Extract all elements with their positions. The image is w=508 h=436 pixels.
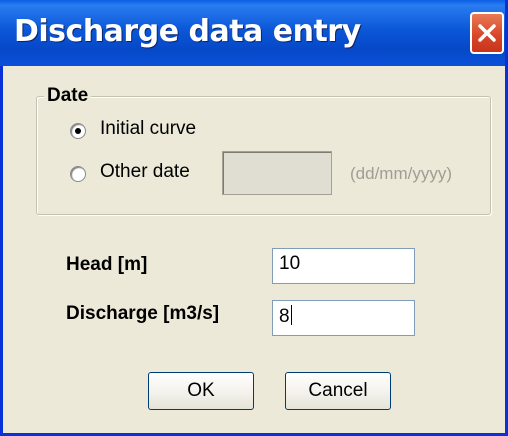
discharge-label: Discharge [m3/s] — [66, 303, 220, 324]
head-label: Head [m] — [66, 254, 148, 275]
date-input — [222, 151, 332, 195]
date-format-hint: (dd/mm/yyyy) — [350, 164, 452, 183]
discharge-value: 8 — [279, 306, 290, 327]
window-border — [0, 66, 3, 436]
head-value: 10 — [279, 253, 301, 274]
close-icon — [478, 24, 496, 42]
dialog-window: Discharge data entry Date Initial curve … — [0, 0, 508, 436]
window-title: Discharge data entry — [14, 14, 361, 49]
head-input[interactable]: 10 — [272, 248, 415, 284]
text-caret — [290, 305, 292, 325]
ok-button[interactable]: OK — [148, 372, 254, 410]
other-date-label[interactable]: Other date — [100, 161, 190, 183]
cancel-button[interactable]: Cancel — [285, 372, 391, 410]
initial-curve-radio[interactable] — [70, 123, 86, 139]
radio-selected-dot — [75, 128, 81, 134]
discharge-input[interactable]: 8 — [272, 300, 415, 336]
title-bar[interactable]: Discharge data entry — [0, 0, 505, 66]
other-date-radio[interactable] — [70, 166, 86, 182]
date-group-title: Date — [44, 85, 92, 107]
close-button[interactable] — [470, 12, 504, 54]
initial-curve-label[interactable]: Initial curve — [100, 118, 196, 140]
